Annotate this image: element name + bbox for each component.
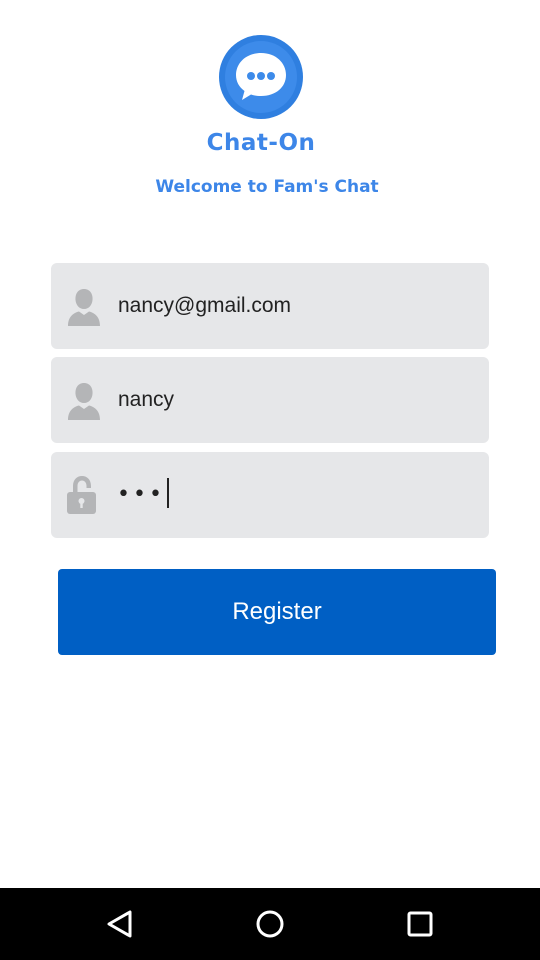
chat-logo-icon — [219, 35, 303, 119]
user-icon — [68, 289, 100, 326]
recents-square-icon[interactable] — [398, 902, 442, 946]
lock-icon — [67, 476, 96, 514]
app-title: Chat-On — [206, 130, 316, 156]
text-cursor — [166, 478, 169, 508]
back-triangle-icon[interactable] — [98, 902, 142, 946]
email-field[interactable] — [51, 263, 489, 349]
password-field[interactable]: ••• — [51, 452, 489, 538]
password-masked-value: ••• — [117, 482, 165, 507]
home-circle-icon[interactable] — [248, 902, 292, 946]
user-icon — [68, 383, 100, 420]
username-input[interactable] — [118, 357, 473, 443]
username-field[interactable] — [51, 357, 489, 443]
app-subtitle: Welcome to Fam's Chat — [155, 177, 379, 197]
password-input[interactable]: ••• — [117, 452, 169, 538]
email-input[interactable] — [118, 263, 473, 349]
navigation-bar — [0, 888, 540, 960]
register-button[interactable]: Register — [58, 569, 496, 655]
